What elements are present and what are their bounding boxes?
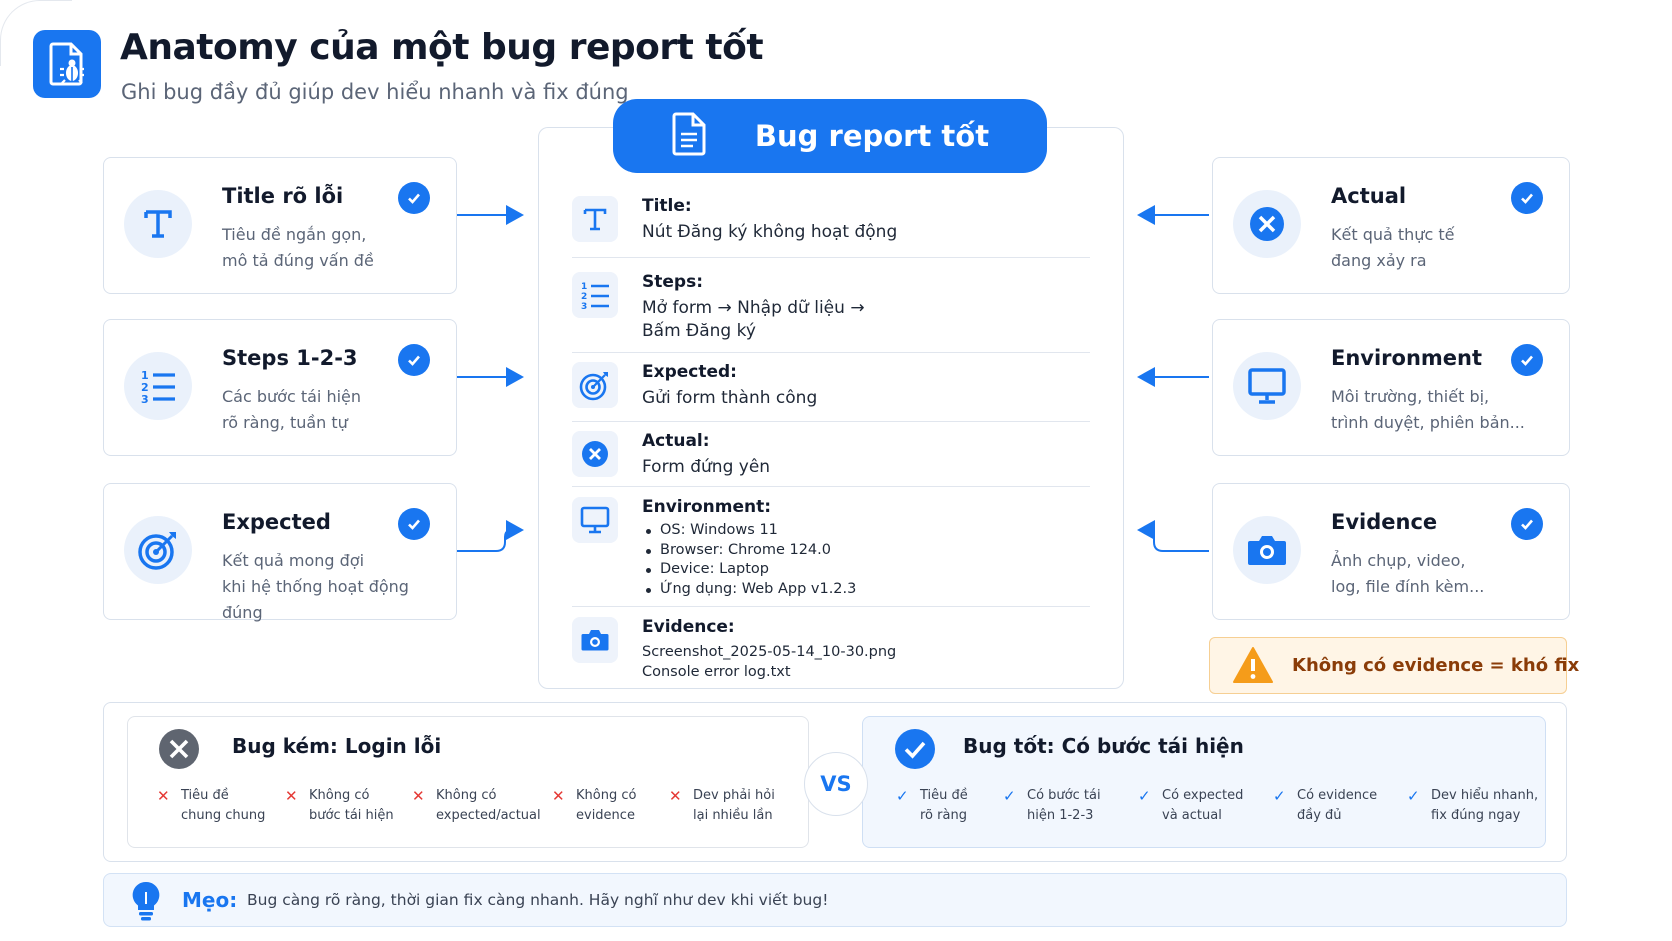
good-item: ✓ Có bước tái hiện 1-2-3 [1003,787,1101,823]
warning-text: Không có evidence = khó fix [1292,655,1580,676]
svg-text:2: 2 [581,292,587,302]
svg-text:1: 1 [581,282,587,292]
document-icon [671,112,707,160]
check-circle-icon [894,728,936,774]
check-icon [1511,344,1543,376]
bug-report-panel [538,127,1124,689]
target-icon [572,362,618,408]
field-value: Form đứng yên [642,457,771,477]
list-item: OS: Windows 11 [642,521,856,541]
card-expected-desc: Kết quả mong đợi khi hệ thống hoạt động đ… [222,551,409,622]
field-value: Nút Đăng ký không hoạt động [642,222,898,242]
field-label: Title: [642,196,692,216]
tip-banner: Mẹo: Bug càng rõ ràng, thời gian fix càn… [103,873,1567,927]
tip-label: Mẹo: [182,888,238,912]
x-circle-icon [158,728,200,774]
bad-item: ✕ Dev phải hỏi lại nhiều lần [669,787,775,823]
card-title-desc: Tiêu đề ngắn gọn, mô tả đúng vấn đề [222,225,374,270]
good-item: ✓ Có expected và actual [1138,787,1244,823]
bad-bug-title: Bug kém: Login lỗi [232,734,442,758]
environment-list: OS: Windows 11 Browser: Chrome 124.0 Dev… [642,521,856,599]
field-label: Expected: [642,362,737,382]
divider [572,486,1090,487]
numbered-list-icon: 1 2 3 [124,352,192,420]
text-t-icon [572,196,618,242]
card-steps-heading: Steps 1-2-3 [222,346,358,370]
card-steps: 1 2 3 Steps 1-2-3 Các bước tái hiện rõ rà… [103,319,457,456]
card-environment-heading: Environment [1331,346,1483,370]
bug-report-title: Bug report tốt [754,119,990,153]
check-icon [398,182,430,214]
card-evidence-heading: Evidence [1331,510,1438,534]
check-icon [398,344,430,376]
bad-item: ✕ Không có evidence [552,787,637,823]
field-value: Gửi form thành công [642,388,818,408]
card-environment-desc: Môi trường, thiết bị, trình duyệt, phiên … [1331,387,1525,432]
field-value: Mở form → Nhập dữ liệu → Bấm Đăng ký [642,298,865,341]
lightbulb-icon [130,880,162,926]
warning-callout: Không có evidence = khó fix [1209,637,1579,694]
text-t-icon [124,190,192,258]
card-title: Title rõ lỗi Tiêu đề ngắn gọn, mô tả đúng… [103,157,457,294]
warning-triangle-icon [1232,646,1274,688]
good-item: ✓ Có evidence đầy đủ [1273,787,1378,823]
target-icon [124,516,192,584]
list-item: Browser: Chrome 124.0 [642,541,856,561]
card-expected: Expected Kết quả mong đợi khi hệ thống ho… [103,483,457,622]
tip-text: Bug càng rõ ràng, thời gian fix càng nha… [247,891,829,909]
bad-item: ✕ Không có bước tái hiện [285,787,394,823]
card-actual-heading: Actual [1331,184,1407,208]
monitor-icon [1233,352,1301,420]
x-circle-icon [1233,190,1301,258]
card-actual: Actual Kết quả thực tế đang xảy ra [1212,157,1570,294]
arrow-expected [457,520,524,552]
card-evidence: Evidence Ảnh chụp, video, log, file đính … [1212,483,1570,620]
bad-item: ✕ Tiêu đề chung chung [157,787,266,823]
field-label: Evidence: [642,617,735,637]
bad-item: ✕ Không có expected/actual [412,787,541,823]
divider [572,421,1090,422]
x-circle-icon [572,431,618,477]
good-bug-title: Bug tốt: Có bước tái hiện [963,734,1244,758]
divider [572,352,1090,353]
card-expected-heading: Expected [222,510,331,534]
monitor-icon [572,497,618,543]
arrow-evidence [1137,520,1209,552]
divider [572,606,1090,607]
list-item: Device: Laptop [642,560,856,580]
card-title-heading: Title rõ lỗi [222,184,344,208]
vs-badge: VS [804,752,868,816]
check-icon [398,508,430,540]
good-item: ✓ Tiêu đề rõ ràng [896,787,968,823]
field-label: Steps: [642,272,703,292]
bug-report-banner: Bug report tốt [613,99,1047,173]
card-evidence-desc: Ảnh chụp, video, log, file đính kèm... [1331,551,1485,596]
good-item: ✓ Dev hiểu nhanh, fix đúng ngay [1407,787,1539,823]
card-actual-desc: Kết quả thực tế đang xảy ra [1331,225,1455,270]
card-steps-desc: Các bước tái hiện rõ ràng, tuần tự [222,387,362,432]
svg-text:3: 3 [141,393,149,406]
camera-icon [1233,516,1301,584]
numbered-list-icon: 1 2 3 [572,272,618,318]
evidence-files: Screenshot_2025-05-14_10-30.png Console e… [642,644,897,680]
vs-label: VS [820,772,852,796]
field-label: Environment: [642,497,772,517]
field-label: Actual: [642,431,710,451]
check-icon [1511,508,1543,540]
svg-text:3: 3 [581,302,587,311]
camera-icon [572,617,618,663]
check-icon [1511,182,1543,214]
list-item: Ứng dụng: Web App v1.2.3 [642,580,856,600]
card-environment: Environment Môi trường, thiết bị, trình d… [1212,319,1570,456]
bad-bug-box [127,716,809,848]
divider [572,257,1090,258]
